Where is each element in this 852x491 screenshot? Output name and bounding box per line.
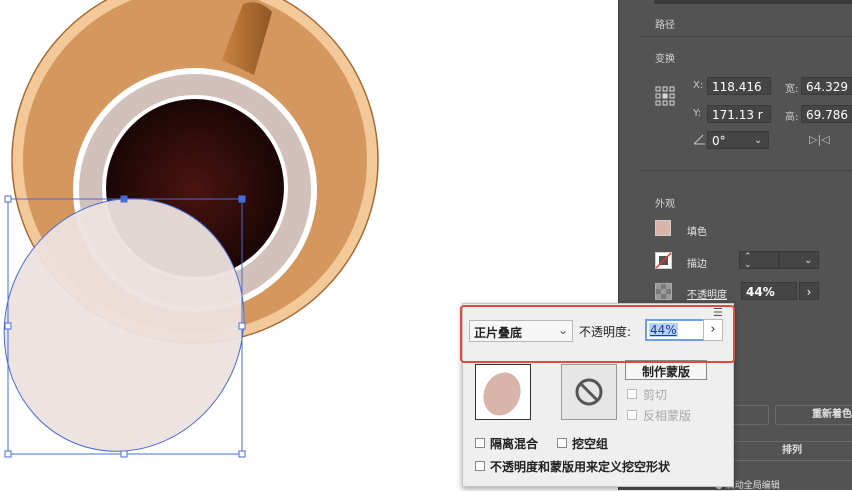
- divider: [639, 170, 852, 171]
- transform-section-title: 变换: [655, 54, 675, 65]
- chevron-down-icon[interactable]: ⌄: [804, 252, 812, 268]
- angle-value: 0°: [712, 134, 726, 148]
- stroke-label: 描边: [687, 259, 707, 270]
- opacity-input[interactable]: 44%: [741, 282, 797, 300]
- x-label: X:: [693, 80, 704, 91]
- chevron-right-icon[interactable]: ›: [799, 282, 819, 300]
- mask-thumbnail[interactable]: [561, 364, 617, 420]
- artboard-canvas[interactable]: [0, 0, 460, 490]
- y-input[interactable]: 171.13 r: [707, 105, 771, 123]
- no-mask-icon: [575, 378, 603, 406]
- panel-button[interactable]: [729, 405, 769, 425]
- clip-checkbox[interactable]: [627, 389, 637, 399]
- opacity-mask-knockout-checkbox[interactable]: [475, 461, 485, 471]
- appearance-section-title: 外观: [655, 199, 675, 210]
- make-mask-label: 制作蒙版: [641, 365, 690, 379]
- stroke-swatch[interactable]: [655, 252, 672, 269]
- y-label: Y:: [693, 108, 702, 119]
- height-input[interactable]: 69.786: [801, 105, 852, 123]
- highlight-annotation: [460, 305, 735, 363]
- panel-top-bar: [654, 0, 852, 4]
- clip-label: 剪切: [643, 388, 668, 402]
- isolate-blend-checkbox[interactable]: [475, 438, 485, 448]
- recolor-button[interactable]: 重新着色: [775, 405, 852, 425]
- arrange-button[interactable]: 排列: [729, 441, 852, 461]
- divider: [639, 36, 852, 37]
- invert-mask-checkbox[interactable]: [627, 410, 637, 420]
- angle-input[interactable]: 0° ⌄: [707, 131, 769, 149]
- opacity-icon[interactable]: [655, 283, 672, 300]
- fill-label: 填色: [687, 227, 707, 238]
- stroke-weight-stepper[interactable]: ⌃ ⌄: [739, 251, 779, 269]
- width-input[interactable]: 64.329: [801, 77, 852, 95]
- knockout-group-checkbox[interactable]: [557, 438, 567, 448]
- angle-icon: [693, 134, 705, 145]
- reference-point-icon[interactable]: [655, 86, 675, 106]
- fill-swatch[interactable]: [655, 220, 671, 236]
- isolate-blend-label: 隔离混合: [490, 437, 539, 451]
- chevron-down-icon[interactable]: ⌄: [754, 132, 762, 148]
- make-mask-button[interactable]: 制作蒙版: [625, 360, 707, 380]
- stroke-weight-dropdown[interactable]: ⌄: [779, 251, 819, 269]
- height-label: 高:: [785, 112, 799, 123]
- x-input[interactable]: 118.416: [707, 77, 771, 95]
- knockout-group-label: 挖空组: [572, 437, 609, 451]
- opacity-mask-knockout-label: 不透明度和蒙版用来定义挖空形状: [490, 460, 671, 474]
- invert-mask-label: 反相蒙版: [643, 409, 692, 423]
- flip-horizontal-icon[interactable]: ▷|◁: [809, 133, 830, 146]
- width-label: 宽:: [785, 84, 799, 95]
- object-thumbnail[interactable]: [475, 364, 531, 420]
- opacity-link[interactable]: 不透明度: [687, 286, 727, 301]
- path-section-title: 路径: [655, 20, 675, 31]
- ellipse-thumbnail-icon: [483, 372, 521, 416]
